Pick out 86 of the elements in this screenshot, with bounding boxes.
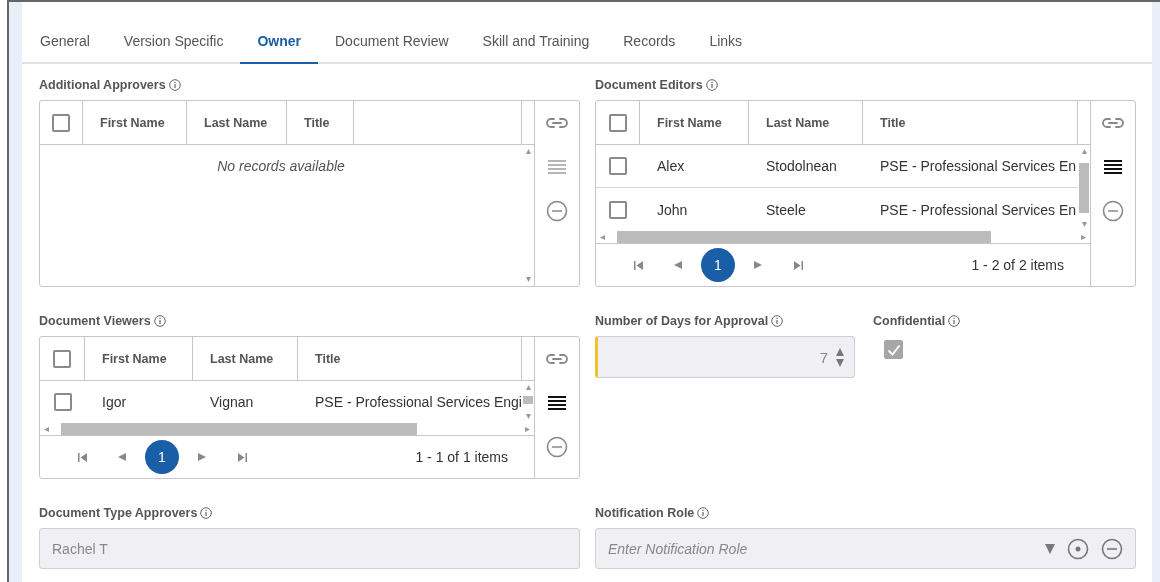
field-label: Number of Days for Approval <box>595 314 769 328</box>
link-icon[interactable] <box>546 117 568 129</box>
page-number[interactable]: 1 <box>145 440 179 474</box>
section-label: Document Editors <box>595 78 703 92</box>
select-all-checkbox[interactable] <box>52 113 70 132</box>
minus-circle-icon[interactable] <box>1101 537 1123 560</box>
scroll-down-icon <box>525 277 531 282</box>
scroll-right-icon <box>1081 234 1086 240</box>
page-number[interactable]: 1 <box>701 248 735 282</box>
first-page-icon <box>633 260 643 270</box>
tab[interactable]: General <box>23 20 107 64</box>
column-header[interactable]: Title <box>298 337 522 380</box>
field-label: Confidential <box>873 314 946 328</box>
confidential-checkbox[interactable] <box>884 340 903 359</box>
info-icon <box>200 507 213 519</box>
info-icon <box>948 315 961 327</box>
table-cell-text: PSE - Professional Services En <box>879 200 1078 220</box>
select-all-checkbox[interactable] <box>53 349 71 368</box>
info-icon <box>705 79 718 91</box>
tab[interactable]: Document Review <box>318 20 466 64</box>
scroll-up-icon <box>525 385 531 390</box>
table-cell-text: Alex <box>656 157 686 176</box>
field-label: Document Type Approvers <box>39 506 198 520</box>
info-icon <box>771 315 784 327</box>
tab[interactable]: Skill and Training <box>465 20 607 64</box>
minus-circle-icon[interactable] <box>546 200 568 222</box>
scroll-up-icon <box>1081 149 1087 154</box>
table-cell-text: Stodolnean <box>765 157 838 176</box>
table-cell-text: Igor <box>101 393 128 412</box>
scrollbar-thumb[interactable] <box>61 423 417 435</box>
field-label: Notification Role <box>595 506 695 520</box>
info-icon <box>153 315 166 327</box>
decrement-icon <box>836 358 844 367</box>
column-header[interactable]: First Name <box>85 337 193 380</box>
column-header[interactable]: Last Name <box>193 337 298 380</box>
scroll-right-icon <box>525 426 530 432</box>
table-cell-text: PSE - Professional Services Engi <box>314 393 522 412</box>
previous-page-icon <box>674 261 682 269</box>
column-header[interactable]: First Name <box>83 101 187 144</box>
tab[interactable]: Version Specific <box>106 20 241 64</box>
tab[interactable]: Links <box>692 20 760 64</box>
table-cell-text: PSE - Professional Services En <box>879 157 1078 176</box>
pager-summary: 1 - 2 of 2 items <box>971 257 1064 273</box>
section-label: Document Viewers <box>39 314 151 328</box>
minus-circle-icon[interactable] <box>1102 200 1124 222</box>
minus-circle-icon[interactable] <box>546 436 568 458</box>
column-header[interactable]: Last Name <box>749 101 863 144</box>
section-label: Additional Approvers <box>39 78 166 92</box>
first-page-icon <box>77 452 87 462</box>
increment-icon <box>836 347 844 356</box>
scroll-left-icon <box>600 234 605 240</box>
info-icon <box>168 79 181 91</box>
list-icon[interactable] <box>1103 159 1123 175</box>
scroll-up-icon <box>525 149 531 154</box>
column-header[interactable]: Title <box>287 101 354 144</box>
column-header[interactable]: Title <box>863 101 1078 144</box>
scrollbar-thumb[interactable] <box>617 231 992 243</box>
table-cell-text: Vignan <box>209 393 255 412</box>
last-page-icon <box>793 260 803 270</box>
scrollbar-thumb[interactable] <box>523 396 533 404</box>
list-icon[interactable] <box>547 395 567 411</box>
info-icon <box>697 507 710 519</box>
scroll-left-icon <box>44 426 49 432</box>
previous-page-icon <box>118 453 126 461</box>
select-all-checkbox[interactable] <box>608 113 627 132</box>
link-icon[interactable] <box>1102 117 1124 129</box>
next-page-icon <box>198 453 206 461</box>
row-checkbox[interactable] <box>609 200 627 219</box>
row-checkbox[interactable] <box>53 393 72 411</box>
tab[interactable]: Records <box>606 20 693 64</box>
column-header[interactable]: First Name <box>640 101 749 144</box>
last-page-icon <box>237 452 247 462</box>
table-cell-text: John <box>656 200 689 220</box>
next-page-icon <box>754 261 762 269</box>
scroll-down-icon <box>1081 222 1087 227</box>
column-header[interactable]: Last Name <box>187 101 287 144</box>
tab[interactable]: Owner <box>240 20 318 64</box>
scrollbar-thumb[interactable] <box>1079 163 1089 213</box>
link-icon[interactable] <box>546 353 568 365</box>
row-checkbox[interactable] <box>609 157 627 175</box>
pager-summary: 1 - 1 of 1 items <box>415 449 508 465</box>
empty-message: No records available <box>217 158 345 174</box>
table-cell-text: Steele <box>765 200 807 220</box>
caret-icon <box>1045 543 1055 554</box>
circle-dot-icon[interactable] <box>1067 537 1089 560</box>
scroll-down-icon <box>525 414 531 419</box>
